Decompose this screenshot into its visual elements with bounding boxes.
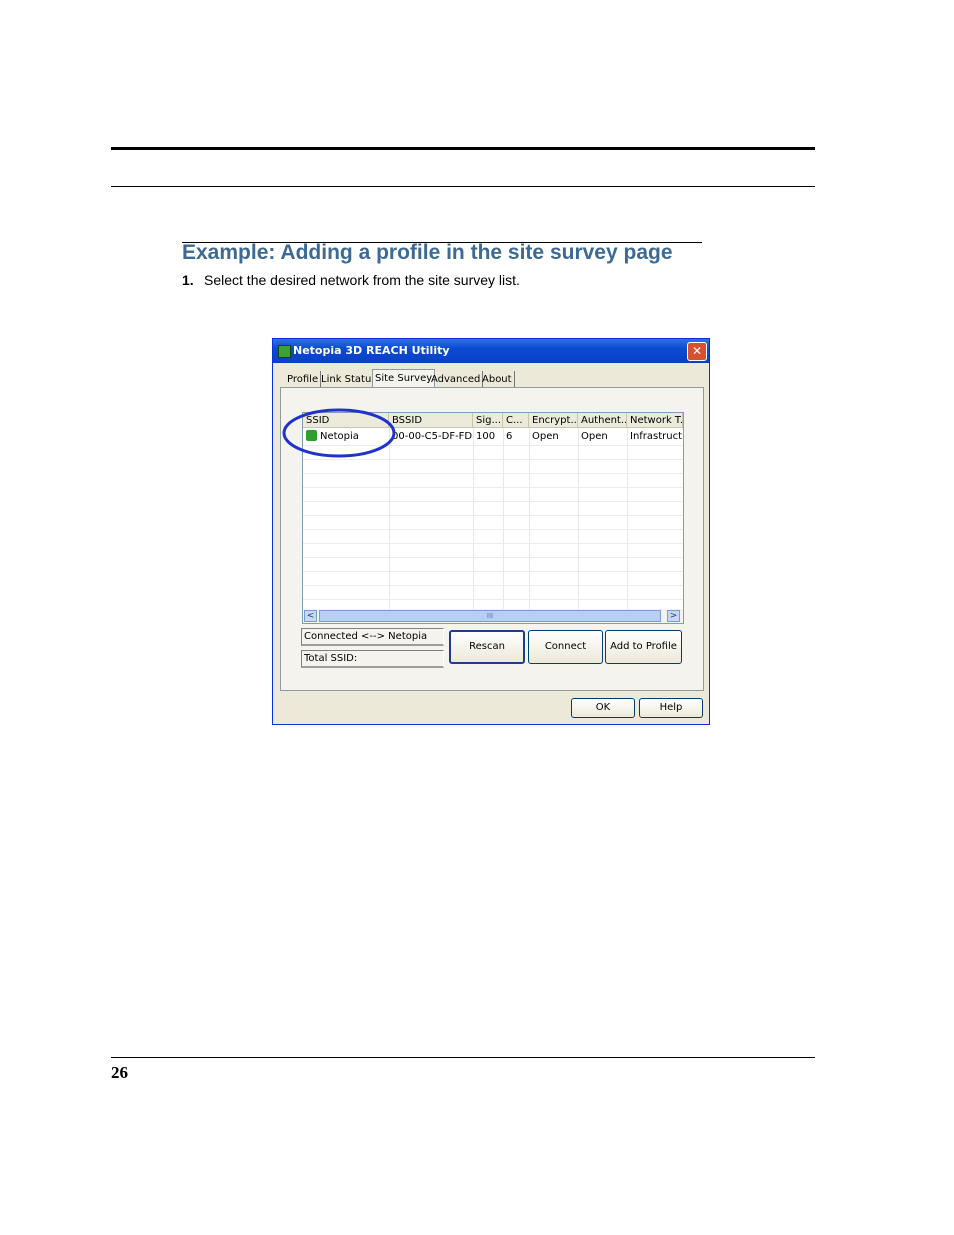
grid-line <box>303 501 683 502</box>
tab-about[interactable]: About <box>480 371 515 388</box>
page-number: 26 <box>111 1063 128 1082</box>
cell-network-type: Infrastruct... <box>630 431 683 442</box>
title-bar[interactable]: Netopia 3D REACH Utility ✕ <box>273 339 709 363</box>
column-signal[interactable]: Sig... <box>473 413 503 428</box>
grid-line <box>529 428 530 610</box>
network-icon <box>306 430 317 441</box>
ok-button[interactable]: OK <box>571 698 635 718</box>
horizontal-scrollbar[interactable]: < III > <box>303 609 683 623</box>
grid-line <box>389 428 390 610</box>
scroll-left-button[interactable]: < <box>304 610 317 622</box>
footer-rule <box>111 1057 815 1058</box>
grid-line <box>303 557 683 558</box>
cell-encryption: Open <box>532 431 559 442</box>
grid-line <box>303 599 683 600</box>
site-survey-panel: SSID BSSID Sig... C... Encrypt... Authen… <box>280 387 704 691</box>
column-authentication[interactable]: Authent... <box>578 413 627 428</box>
section-heading: Example: Adding a profile in the site su… <box>182 241 673 264</box>
grid-line <box>627 428 628 610</box>
cell-channel: 6 <box>506 431 513 442</box>
header-rule-thick <box>111 147 815 150</box>
total-ssid-status: Total SSID: <box>301 650 444 668</box>
rescan-button[interactable]: Rescan <box>449 630 525 664</box>
column-encryption[interactable]: Encrypt... <box>529 413 578 428</box>
app-icon <box>278 345 291 358</box>
column-bssid[interactable]: BSSID <box>389 413 473 428</box>
column-ssid[interactable]: SSID <box>303 413 389 428</box>
close-button[interactable]: ✕ <box>687 342 707 361</box>
grid-line <box>578 428 579 610</box>
grid-line <box>473 428 474 610</box>
grid-line <box>303 445 683 446</box>
help-button[interactable]: Help <box>639 698 703 718</box>
grid-line <box>303 515 683 516</box>
grid-line <box>303 487 683 488</box>
grid-line <box>303 585 683 586</box>
grid-line <box>303 473 683 474</box>
step-1: 1. Select the desired network from the si… <box>182 272 520 288</box>
step-number: 1. <box>182 272 194 288</box>
connect-button[interactable]: Connect <box>528 630 603 664</box>
grid-line <box>303 459 683 460</box>
grid-line <box>503 428 504 610</box>
window-title: Netopia 3D REACH Utility <box>293 344 450 357</box>
cell-bssid: 00-00-C5-DF-FD... <box>392 431 473 442</box>
column-network-type[interactable]: Network T... <box>627 413 683 428</box>
add-to-profile-button[interactable]: Add to Profile <box>605 630 682 664</box>
cell-signal: 100 <box>476 431 496 442</box>
grid-line <box>303 571 683 572</box>
site-survey-list[interactable]: SSID BSSID Sig... C... Encrypt... Authen… <box>302 412 684 624</box>
scroll-right-button[interactable]: > <box>667 610 680 622</box>
cell-authentication: Open <box>581 431 608 442</box>
header-rule-thin <box>111 186 815 187</box>
ssid-value: Netopia <box>320 431 359 442</box>
cell-ssid: Netopia <box>303 430 389 444</box>
tab-advanced[interactable]: Advanced <box>429 371 484 388</box>
grid-line <box>303 529 683 530</box>
step-text: Select the desired network from the site… <box>204 272 520 288</box>
tab-site-survey[interactable]: Site Survey <box>372 369 436 389</box>
tab-profile[interactable]: Profile <box>285 371 322 388</box>
connection-status: Connected <--> Netopia <box>301 628 444 646</box>
utility-window: Netopia 3D REACH Utility ✕ Profile Link … <box>272 338 710 725</box>
column-channel[interactable]: C... <box>503 413 529 428</box>
scroll-thumb[interactable]: III <box>319 610 661 622</box>
grid-line <box>303 543 683 544</box>
tab-link-status[interactable]: Link Status <box>319 371 380 388</box>
